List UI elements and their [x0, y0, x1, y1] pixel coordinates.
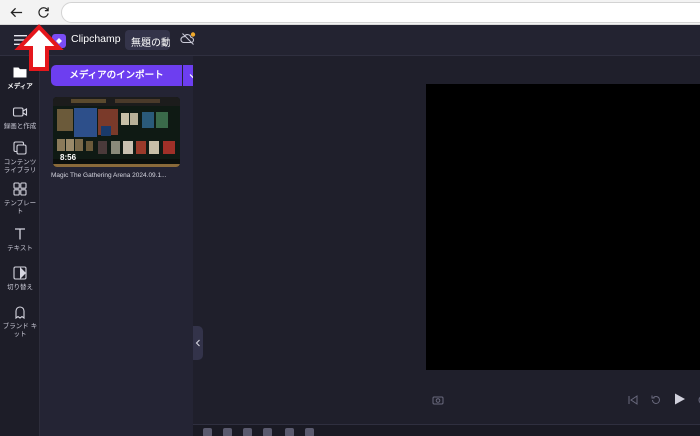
- timeline-tool-icon[interactable]: [203, 428, 212, 436]
- sidebar-item-label: メディア: [7, 82, 33, 90]
- reload-icon: [37, 7, 49, 18]
- sidebar-item-label: ブランド キ ット: [2, 322, 38, 338]
- address-bar[interactable]: [61, 2, 700, 23]
- left-navigation-rail: メディア 録画と作成 コンテンツ ライブラリ テンプレー ト テキスト 切り替え…: [0, 56, 40, 436]
- skip-back-button[interactable]: [626, 393, 640, 407]
- sidebar-item-templates[interactable]: テンプレー ト: [0, 181, 40, 215]
- skip-back-icon: [628, 395, 638, 405]
- reload-button[interactable]: [33, 3, 53, 22]
- app-header: Clipchamp 無題の動: [0, 25, 700, 56]
- cloud-sync-off-icon: [180, 32, 196, 45]
- red-arrow-annotation: [14, 24, 64, 71]
- play-button[interactable]: [672, 392, 686, 406]
- text-icon: [15, 228, 25, 240]
- video-camera-icon: [12, 107, 28, 117]
- app-name: Clipchamp: [71, 33, 121, 45]
- sidebar-item-label: 切り替え: [7, 283, 33, 291]
- sidebar-item-text[interactable]: テキスト: [0, 226, 40, 252]
- forward-button[interactable]: [693, 393, 700, 407]
- sidebar-item-content-library[interactable]: コンテンツ ライブラリ: [0, 140, 40, 174]
- camera-icon: [432, 396, 444, 405]
- preview-area: [193, 56, 700, 424]
- rewind-button[interactable]: [649, 393, 663, 407]
- brand-kit-icon: [15, 306, 25, 320]
- arrow-left-icon: [9, 7, 22, 18]
- sidebar-item-record-create[interactable]: 録画と作成: [0, 104, 40, 130]
- rewind-5s-icon: [651, 395, 660, 404]
- timeline-toolbar: [193, 424, 700, 436]
- import-media-button[interactable]: メディアのインポート: [51, 65, 182, 86]
- chevron-left-icon: [195, 339, 200, 347]
- play-icon: [674, 393, 685, 405]
- video-preview-canvas[interactable]: [426, 84, 700, 370]
- timeline-tool-icon[interactable]: [223, 428, 232, 436]
- timeline-tool-icon[interactable]: [305, 428, 314, 436]
- timeline-tool-icon[interactable]: [243, 428, 252, 436]
- templates-icon: [13, 182, 27, 196]
- timeline-tool-icon[interactable]: [285, 428, 294, 436]
- sidebar-item-transitions[interactable]: 切り替え: [0, 265, 40, 291]
- sidebar-item-label: テンプレー ト: [3, 199, 37, 215]
- project-title[interactable]: 無題の動: [125, 30, 170, 50]
- screenshot-button[interactable]: [431, 393, 445, 407]
- sidebar-item-brand-kit[interactable]: ブランド キ ット: [0, 304, 40, 338]
- sidebar-item-label: 録画と作成: [3, 122, 37, 130]
- media-item-caption: Magic The Gathering Arena 2024.09.1...: [51, 172, 167, 179]
- transitions-icon: [13, 266, 27, 280]
- media-item-thumbnail[interactable]: 8:56: [53, 97, 180, 167]
- sidebar-item-label: テキスト: [7, 244, 33, 252]
- forward-icon: [698, 396, 700, 404]
- browser-toolbar: [0, 0, 700, 25]
- content-library-icon: [13, 141, 27, 155]
- timeline-tool-icon[interactable]: [263, 428, 272, 436]
- sidebar-item-label: コンテンツ ライブラリ: [3, 158, 37, 174]
- collapse-panel-button[interactable]: [193, 326, 203, 360]
- media-panel: メディアのインポート 8:56 Magic The Gathering Aren…: [40, 56, 203, 436]
- back-button[interactable]: [6, 3, 26, 22]
- video-duration: 8:56: [60, 153, 77, 162]
- sync-status-icon[interactable]: [180, 31, 196, 47]
